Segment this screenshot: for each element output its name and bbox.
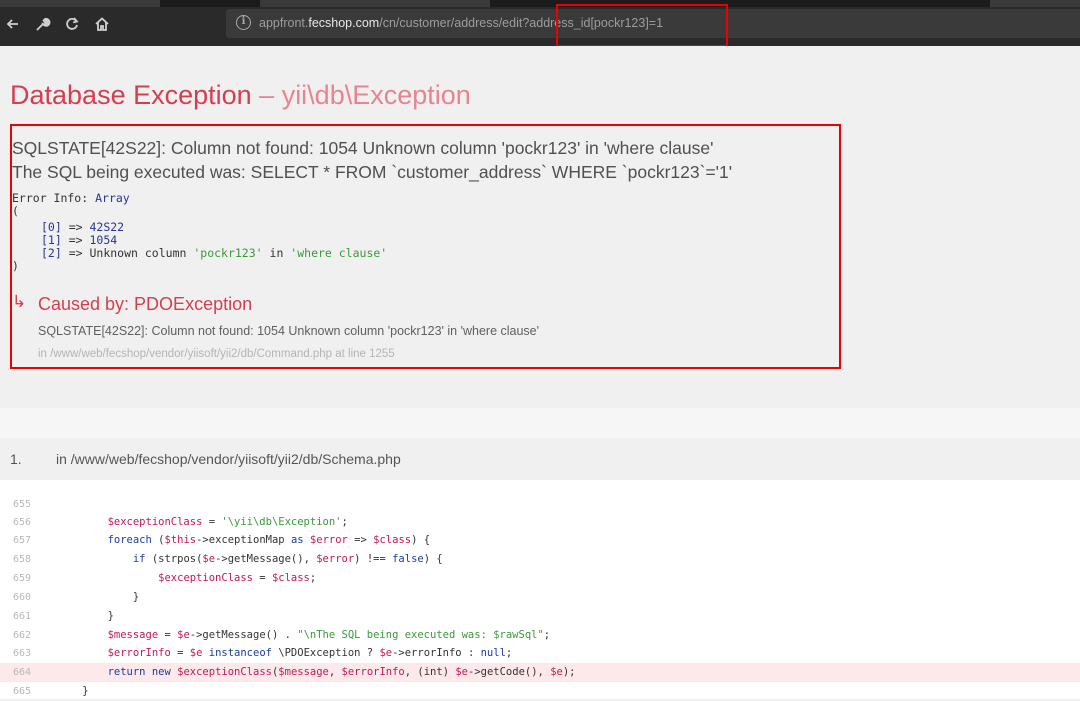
info-icon[interactable]: i [236,15,251,30]
caused-by-location: in /www/web/fecshop/vendor/yiisoft/yii2/… [38,348,395,360]
reload-icon[interactable] [61,13,83,35]
exception-message: SQLSTATE[42S22]: Column not found: 1054 … [12,138,714,158]
code-line: 662 $message = $e->getMessage() . "\nThe… [13,629,551,641]
wrench-icon[interactable] [31,13,53,35]
code-line: 655 [13,499,32,510]
page-title: Database Exception – yii\db\Exception [10,80,471,110]
source-code-view: 655 656 $exceptionClass = '\yii\db\Excep… [0,480,1080,699]
back-arrow-icon[interactable] [2,13,24,35]
error-info: Error Info: Array ( [12,191,130,218]
code-line: 661 } [13,610,114,622]
sql-statement: The SQL being executed was: SELECT * FRO… [12,162,733,182]
url-highlight-box [556,4,728,47]
call-stack-file[interactable]: in /www/web/fecshop/vendor/yiisoft/yii2/… [56,451,401,467]
code-line: 659 $exceptionClass = $class; [13,572,317,584]
call-stack-item-header[interactable]: 1. in /www/web/fecshop/vendor/yiisoft/yi… [0,438,1080,480]
code-line: 658 if (strpos($e->getMessage(), $error)… [13,553,443,565]
call-stack-number: 1. [10,451,22,467]
code-line-error: 664 return new $exceptionClass($message,… [0,663,1080,682]
code-line: 660 } [13,591,140,603]
tab-strip [0,0,1080,7]
caused-by-title: Caused by: PDOException [38,294,253,314]
exception-header: Database Exception – yii\db\Exception SQ… [0,46,1080,408]
code-line: 663 $errorInfo = $e instanceof \PDOExcep… [13,647,513,659]
caused-by-message: SQLSTATE[42S22]: Column not found: 1054 … [38,324,540,338]
home-icon[interactable] [91,13,113,35]
caused-by-arrow-icon: ↳ [12,292,27,311]
error-info-rows: [0] => 42S22 [1] => 1054 [2] => Unknown … [41,220,388,260]
exception-message-box: SQLSTATE[42S22]: Column not found: 1054 … [10,124,841,369]
code-line: 657 foreach ($this->exceptionMap as $err… [13,534,431,546]
code-line: 665 } [13,685,89,697]
code-line: 656 $exceptionClass = '\yii\db\Exception… [13,516,348,528]
stack-separator [0,408,1080,438]
error-info-close: ) [12,259,19,273]
browser-toolbar: i appfront.fecshop.com/cn/customer/addre… [0,0,1080,47]
